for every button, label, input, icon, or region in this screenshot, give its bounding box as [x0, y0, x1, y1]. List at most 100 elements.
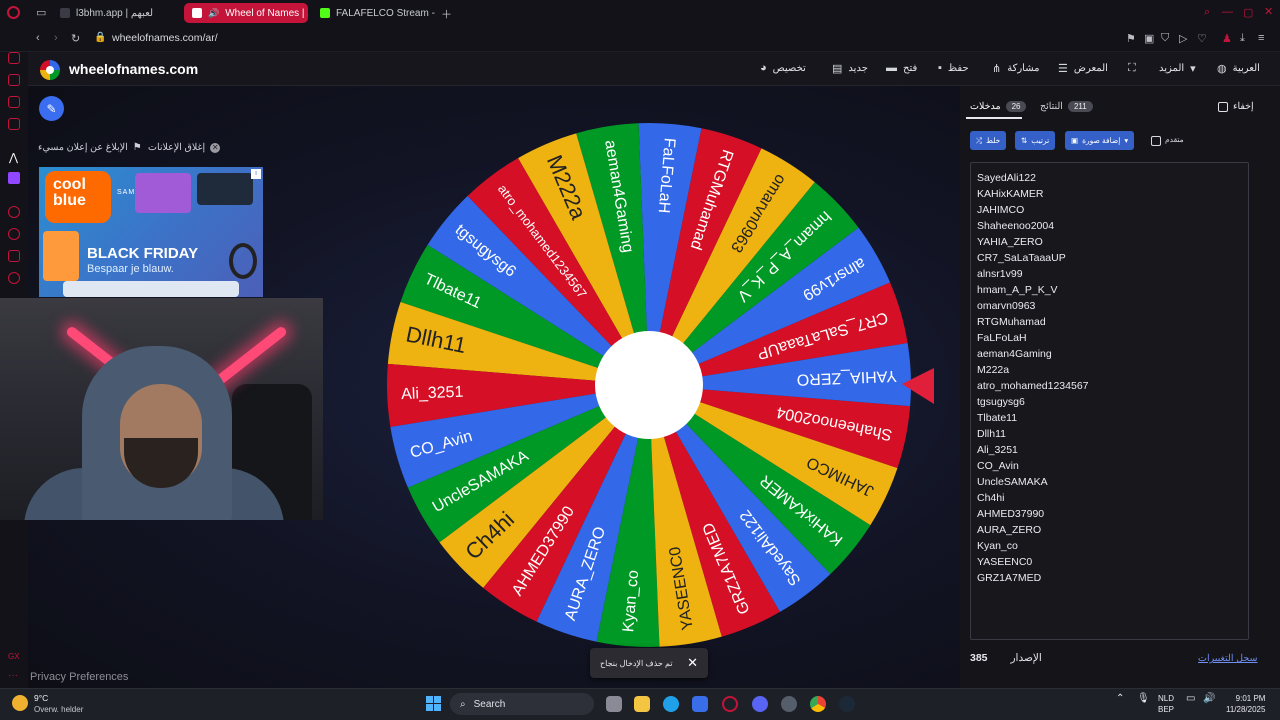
gmail-icon[interactable] — [8, 118, 20, 130]
list-item[interactable]: GRZ1A7MED — [977, 570, 1089, 586]
weather-temperature[interactable]: 9°C — [34, 693, 48, 703]
network-icon[interactable]: ▭ — [1186, 693, 1195, 704]
wheel-center[interactable] — [595, 331, 703, 439]
fullscreen-button[interactable]: ⛶ — [1128, 62, 1136, 75]
list-item[interactable]: hmam_A_P_K_V — [977, 282, 1089, 298]
list-item[interactable]: aeman4Gaming — [977, 346, 1089, 362]
ad-banner[interactable]: cool blue SAMSUNG BLACK FRIDAY Bespaar j… — [39, 167, 263, 297]
list-item[interactable]: Ali_3251 — [977, 442, 1089, 458]
list-item[interactable]: KAHixKAMER — [977, 186, 1089, 202]
tab-entries[interactable]: مدخلات 26 — [970, 101, 1027, 112]
snapshot-icon[interactable]: ▣ — [1144, 32, 1154, 45]
weather-description[interactable]: Overw. helder — [34, 705, 83, 714]
nav-more[interactable]: المزيد ▾ — [1159, 62, 1196, 75]
close-ads-link[interactable]: إغلاق الإعلانات ✕ — [148, 142, 221, 153]
list-item[interactable]: AURA_ZERO — [977, 522, 1089, 538]
nav-gallery[interactable]: ☰ المعرض — [1058, 62, 1108, 75]
windows-start-icon[interactable] — [426, 696, 441, 711]
back-icon[interactable]: ‹ — [36, 32, 40, 44]
list-item[interactable]: tgsugysg6 — [977, 394, 1089, 410]
more-icon[interactable]: ··· — [8, 670, 18, 681]
discord-icon[interactable] — [752, 696, 768, 712]
history-icon[interactable] — [8, 228, 20, 240]
reload-icon[interactable]: ↻ — [71, 32, 80, 45]
download-icon[interactable]: ⤓ — [1240, 32, 1245, 45]
list-item[interactable]: RTGMuhamad — [977, 314, 1089, 330]
list-item[interactable]: Ch4hi — [977, 490, 1089, 506]
forward-icon[interactable]: › — [54, 32, 58, 44]
twitch-icon[interactable] — [8, 172, 20, 184]
player-sidebar-icon[interactable] — [8, 206, 20, 218]
bookmark-icon[interactable]: ⚑ — [1126, 32, 1136, 45]
edit-wheel-button[interactable]: ✎ — [39, 96, 64, 121]
tab-falafelco[interactable]: FALAFELCO Stream - Wat — [312, 3, 436, 23]
opera-gx-icon[interactable] — [722, 696, 738, 712]
edge-icon[interactable] — [663, 696, 679, 712]
microphone-icon[interactable]: 🎙 — [1137, 693, 1150, 704]
privacy-preferences-link[interactable]: Privacy Preferences — [30, 671, 128, 683]
clock[interactable]: 9:01 PM 11/28/2025 — [1226, 693, 1265, 715]
aria-icon[interactable] — [8, 52, 20, 64]
list-item[interactable]: CO_Avin — [977, 458, 1089, 474]
speaker-icon[interactable]: 🔊 — [208, 8, 219, 19]
list-item[interactable]: Kyan_co — [977, 538, 1089, 554]
new-tab-icon[interactable]: ＋ — [441, 6, 452, 22]
file-explorer-icon[interactable] — [634, 696, 650, 712]
settings-icon[interactable] — [8, 272, 20, 284]
list-item[interactable]: Shaheenoo2004 — [977, 218, 1089, 234]
list-item[interactable]: FaLFoLaH — [977, 330, 1089, 346]
task-view-icon[interactable] — [606, 696, 622, 712]
advanced-checkbox[interactable] — [1151, 136, 1161, 146]
steam-icon[interactable] — [839, 696, 855, 712]
heart-icon[interactable]: ♡ — [1197, 32, 1207, 45]
language-indicator[interactable]: NLD BEP — [1158, 693, 1174, 715]
nav-open[interactable]: ▬ فتح — [886, 62, 917, 74]
list-item[interactable]: JAHIMCO — [977, 202, 1089, 218]
shuffle-button[interactable]: ⤮ خلط — [970, 131, 1007, 150]
volume-icon[interactable]: 🔊 — [1203, 693, 1215, 704]
list-item[interactable]: M222a — [977, 362, 1089, 378]
add-image-button[interactable]: ▣ إضافة صورة ▾ — [1065, 131, 1135, 150]
maximize-icon[interactable]: ▢ — [1243, 6, 1253, 19]
extension-icon[interactable]: ♟ — [1222, 32, 1232, 45]
list-item[interactable]: alnsr1v99 — [977, 266, 1089, 282]
taskbar-search[interactable]: ⌕ Search — [450, 693, 594, 715]
nav-language[interactable]: ◍ العربية — [1217, 62, 1260, 75]
weather-icon[interactable] — [12, 695, 28, 711]
store-icon[interactable] — [692, 696, 708, 712]
minimize-icon[interactable]: — — [1222, 6, 1233, 18]
menu-icon[interactable]: ≡ — [1258, 32, 1264, 44]
wheel-logo-icon[interactable] — [40, 60, 60, 80]
vpn-icon[interactable]: ⛉ — [1161, 32, 1169, 45]
list-item[interactable]: omarvn0963 — [977, 298, 1089, 314]
extensions-sidebar-icon[interactable] — [8, 250, 20, 262]
list-item[interactable]: Tlbate11 — [977, 410, 1089, 426]
nav-save[interactable]: ▪ حفظ — [938, 62, 969, 74]
tab-results[interactable]: النتائج 211 — [1040, 101, 1093, 112]
player-icon[interactable]: ▷ — [1179, 32, 1187, 45]
opera-logo-icon[interactable] — [7, 6, 20, 19]
shopping-icon[interactable] — [8, 74, 20, 86]
name-wheel[interactable]: CR7_SaLaTaaaUPalnsr1v99hmam_A_P_K_Vomarv… — [384, 120, 914, 650]
list-item[interactable]: SayedAli122 — [977, 170, 1089, 186]
nav-customize[interactable]: ◕ تخصيص — [760, 62, 806, 74]
list-item[interactable]: Dllh11 — [977, 426, 1089, 442]
close-icon[interactable]: ✕ — [1264, 5, 1273, 18]
close-icon[interactable]: ✕ — [687, 655, 698, 671]
site-logo-text[interactable]: wheelofnames.com — [69, 61, 198, 77]
app-icon[interactable] — [781, 696, 797, 712]
instagram-icon[interactable] — [8, 96, 20, 108]
tab-workspaces-icon[interactable]: ▭ — [36, 6, 46, 19]
tab-wheel-of-names[interactable]: 🔊 Wheel of Names | الي — [184, 3, 308, 23]
nav-new[interactable]: ▤ جديد — [832, 62, 868, 75]
list-item[interactable]: AHMED37990 — [977, 506, 1089, 522]
url-field[interactable]: wheelofnames.com/ar/ — [112, 32, 218, 44]
chrome-icon[interactable] — [810, 696, 826, 712]
report-ad-link[interactable]: الإبلاغ عن إعلان مسيء ⚑ — [38, 142, 142, 153]
list-item[interactable]: YASEENC0 — [977, 554, 1089, 570]
hide-checkbox[interactable] — [1218, 102, 1228, 112]
changelog-link[interactable]: سجل التغييرات — [1198, 653, 1257, 664]
list-item[interactable]: UncleSAMAKA — [977, 474, 1089, 490]
list-item[interactable]: atro_mohamed1234567 — [977, 378, 1089, 394]
tray-overflow-icon[interactable]: ⌃ — [1116, 693, 1124, 704]
